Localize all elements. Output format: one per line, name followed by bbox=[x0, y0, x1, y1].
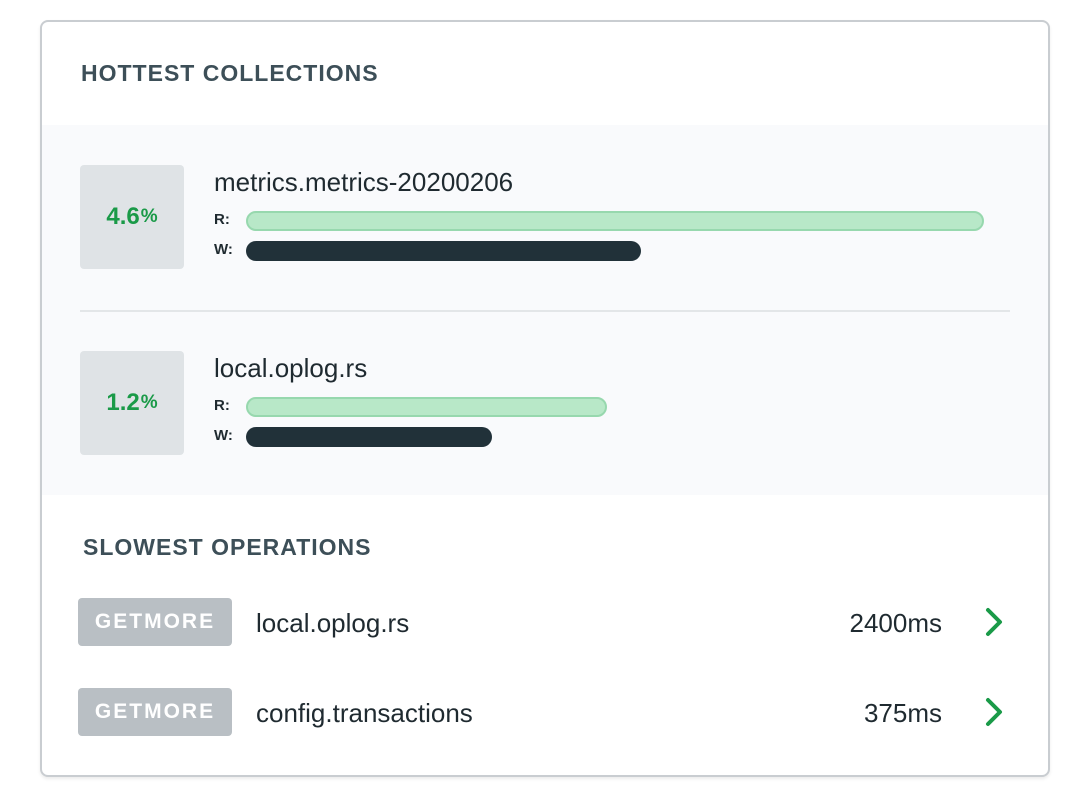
read-bar bbox=[246, 211, 984, 231]
chevron-right-icon[interactable] bbox=[976, 694, 1012, 730]
read-bar bbox=[246, 397, 607, 417]
operation-collection: config.transactions bbox=[256, 698, 473, 728]
percent-sign: % bbox=[140, 392, 158, 413]
percent-sign: % bbox=[140, 206, 158, 227]
slowest-operations-title: SLOWEST OPERATIONS bbox=[83, 534, 372, 560]
collection-name: metrics.metrics-20200206 bbox=[214, 167, 514, 197]
operation-duration: 2400ms bbox=[849, 608, 943, 638]
divider bbox=[80, 310, 1010, 312]
read-label: R: bbox=[214, 397, 230, 414]
operation-row[interactable]: GETMORE local.oplog.rs 2400ms bbox=[78, 598, 1012, 646]
write-bar bbox=[246, 427, 492, 447]
write-label: W: bbox=[214, 427, 233, 444]
operation-type-badge: GETMORE bbox=[78, 688, 232, 736]
performance-card: HOTTEST COLLECTIONS 4.6% metrics.metrics… bbox=[40, 20, 1050, 777]
hottest-collections-panel: 4.6% metrics.metrics-20200206 R: W: 1.2%… bbox=[42, 125, 1048, 495]
operation-type-badge: GETMORE bbox=[78, 598, 232, 646]
hottest-collections-title: HOTTEST COLLECTIONS bbox=[81, 60, 379, 86]
collection-name: local.oplog.rs bbox=[214, 353, 368, 383]
operation-row[interactable]: GETMORE config.transactions 375ms bbox=[78, 688, 1012, 736]
hot-collection-item[interactable]: 4.6% metrics.metrics-20200206 R: W: bbox=[80, 165, 1010, 269]
write-bar bbox=[246, 241, 641, 261]
percent-box: 4.6% bbox=[80, 165, 184, 269]
operation-duration: 375ms bbox=[863, 698, 942, 728]
chevron-right-icon[interactable] bbox=[976, 604, 1012, 640]
percent-value: 4.6 bbox=[106, 203, 140, 230]
percent-box: 1.2% bbox=[80, 351, 184, 455]
write-label: W: bbox=[214, 241, 233, 258]
read-label: R: bbox=[214, 211, 230, 228]
hot-collection-item[interactable]: 1.2% local.oplog.rs R: W: bbox=[80, 351, 1010, 455]
operation-collection: local.oplog.rs bbox=[256, 608, 410, 638]
percent-value: 1.2 bbox=[106, 389, 140, 416]
